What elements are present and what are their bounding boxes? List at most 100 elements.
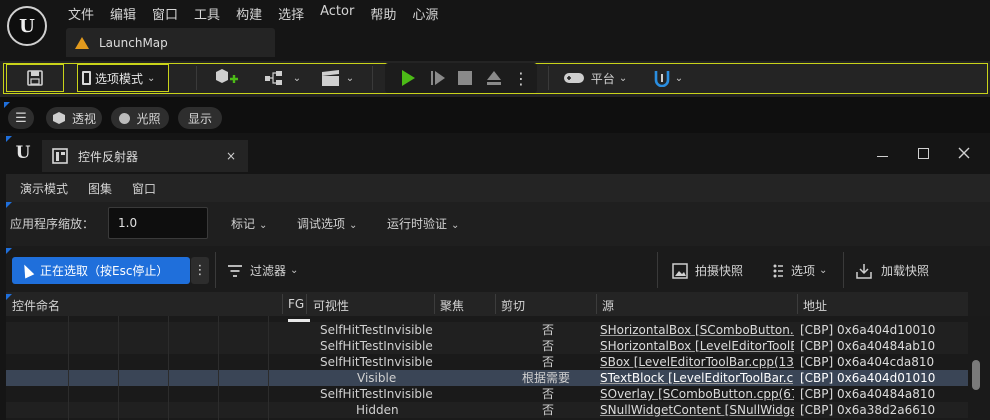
column-widget-name[interactable]: 控件命名 <box>12 297 60 314</box>
menu-xinyuan[interactable]: 心源 <box>404 0 446 24</box>
visibility-cell: SelfHitTestInvisible <box>320 339 433 353</box>
menu-actor[interactable]: Actor <box>312 0 362 24</box>
table-row[interactable]: SelfHitTestInvisible 否 SBox [LevelEditor… <box>6 354 968 370</box>
take-snapshot-label: 拍摄快照 <box>695 264 744 278</box>
table-row[interactable]: SelfHitTestInvisible 否 SHorizontalBox [L… <box>6 338 968 354</box>
close-window-button[interactable] <box>947 143 981 163</box>
column-divider[interactable] <box>434 294 435 314</box>
source-link[interactable]: SHorizontalBox [SComboButton.cpp( <box>600 323 794 337</box>
perspective-button[interactable]: 透视 <box>46 107 102 129</box>
viewport-menu-button[interactable]: ☰ <box>8 107 34 129</box>
column-address[interactable]: 地址 <box>803 297 827 314</box>
menu-edit[interactable]: 编辑 <box>102 0 144 24</box>
column-divider[interactable] <box>797 294 798 314</box>
address-cell: [CBP] 0x6a40484ab10 <box>800 339 936 353</box>
add-actor-button[interactable] <box>206 64 246 92</box>
play-options-more-icon[interactable]: ⋮ <box>512 64 530 92</box>
chevron-down-icon: ⌄ <box>259 220 268 231</box>
column-divider[interactable] <box>495 294 496 314</box>
menu-demo-mode[interactable]: 演示模式 <box>6 174 68 202</box>
show-button[interactable]: 显示 <box>178 107 222 129</box>
column-foreground[interactable]: FG <box>288 297 304 311</box>
minimize-icon <box>876 155 888 157</box>
flags-label: 标记 <box>231 217 256 231</box>
source-link[interactable]: SOverlay [SComboButton.cpp(67)] <box>600 387 794 401</box>
take-snapshot-button[interactable]: 拍摄快照 <box>672 262 743 279</box>
menu-window[interactable]: 窗口 <box>144 0 186 24</box>
advance-frame-button[interactable] <box>425 64 451 92</box>
reflector-tab[interactable]: 控件反射器 × <box>42 140 248 172</box>
gamepad-icon <box>563 73 584 83</box>
options-list-icon <box>773 264 783 277</box>
visibility-cell: SelfHitTestInvisible <box>320 387 433 401</box>
level-tab[interactable]: LaunchMap <box>66 28 275 57</box>
cursor-icon <box>19 262 35 279</box>
column-divider[interactable] <box>596 294 597 314</box>
menu-select[interactable]: 选择 <box>270 0 312 24</box>
perspective-label: 透视 <box>71 111 96 126</box>
step-forward-icon <box>431 71 445 85</box>
column-visibility[interactable]: 可视性 <box>313 297 349 314</box>
pick-options-more-icon[interactable]: ⋮ <box>191 257 209 284</box>
save-button[interactable] <box>6 64 64 92</box>
actions-divider <box>215 252 216 288</box>
cinematics-button[interactable]: ⌄ <box>316 64 358 92</box>
lighting-button[interactable]: 光照 <box>111 107 169 129</box>
save-icon <box>27 70 43 86</box>
pick-widgets-button[interactable]: 正在选取（按Esc停止） <box>12 257 190 284</box>
visibility-cell: SelfHitTestInvisible <box>320 355 433 369</box>
tree-scrollbar-thumb[interactable] <box>972 360 980 390</box>
source-link[interactable]: SBox [LevelEditorToolBar.cpp(130 <box>600 355 794 369</box>
table-row[interactable]: Hidden 否 SNullWidgetContent [SNullWidget… <box>6 402 968 418</box>
level-icon <box>75 36 89 49</box>
play-button[interactable] <box>395 64 421 92</box>
column-focus[interactable]: 聚焦 <box>440 297 464 314</box>
filters-dropdown[interactable]: 过滤器 ⌄ <box>227 262 298 279</box>
column-source[interactable]: 源 <box>602 297 614 314</box>
tree-guide-line <box>118 316 119 420</box>
runtime-validation-dropdown[interactable]: 运行时验证 ⌄ <box>387 215 459 232</box>
address-cell: [CBP] 0x6a404d10010 <box>800 323 936 337</box>
close-tab-icon[interactable]: × <box>226 149 236 163</box>
table-row[interactable]: SelfHitTestInvisible 否 SOverlay [SComboB… <box>6 386 968 402</box>
maximize-window-button[interactable] <box>906 143 940 163</box>
blueprint-icon <box>264 71 282 85</box>
unreal-logo-icon[interactable]: U <box>7 6 47 46</box>
platforms-dropdown[interactable]: 平台 ⌄ <box>561 64 629 92</box>
menu-window[interactable]: 窗口 <box>118 174 156 202</box>
lighting-label: 光照 <box>136 111 161 126</box>
source-link[interactable]: STextBlock [LevelEditorToolBar.cp <box>600 371 794 385</box>
snapshot-options-dropdown[interactable]: 选项 ⌄ <box>772 262 827 279</box>
settings-dropdown[interactable]: ⌄ <box>648 64 688 92</box>
menu-help[interactable]: 帮助 <box>362 0 404 24</box>
minimize-window-button[interactable] <box>865 143 899 163</box>
menu-build[interactable]: 构建 <box>228 0 270 24</box>
debug-options-dropdown[interactable]: 调试选项 ⌄ <box>297 215 357 232</box>
mode-select-dropdown[interactable]: 选项模式 ⌄ <box>77 64 169 92</box>
clipping-cell: 否 <box>542 355 555 369</box>
load-snapshot-button[interactable]: 加载快照 <box>856 262 929 279</box>
level-tab-label: LaunchMap <box>99 35 168 50</box>
unreal-logo-icon: U <box>15 143 31 163</box>
load-snapshot-label: 加载快照 <box>881 264 930 278</box>
table-row-selected[interactable]: Visible 根据需要 STextBlock [LevelEditorTool… <box>6 370 968 386</box>
eject-button[interactable] <box>481 64 507 92</box>
menu-atlas[interactable]: 图集 <box>74 174 112 202</box>
app-scale-input[interactable] <box>108 207 208 239</box>
platforms-label: 平台 <box>590 71 615 86</box>
column-divider[interactable] <box>306 294 307 314</box>
flags-dropdown[interactable]: 标记 ⌄ <box>231 215 267 232</box>
source-link[interactable]: SHorizontalBox [LevelEditorToolBar <box>600 339 794 353</box>
menu-file[interactable]: 文件 <box>60 0 102 24</box>
blueprint-button[interactable]: ⌄ <box>262 64 302 92</box>
tree-guide-line <box>268 316 269 420</box>
column-clipping[interactable]: 剪切 <box>501 297 525 314</box>
stop-button[interactable] <box>453 64 477 92</box>
clapperboard-icon <box>321 70 339 86</box>
source-link[interactable]: SNullWidgetContent [SNullWidget.c <box>600 403 794 417</box>
column-divider[interactable] <box>282 294 283 314</box>
filter-icon <box>228 264 242 277</box>
menu-tools[interactable]: 工具 <box>186 0 228 24</box>
table-row[interactable]: SelfHitTestInvisible 否 SHorizontalBox [S… <box>6 322 968 338</box>
load-snapshot-icon <box>856 263 872 279</box>
